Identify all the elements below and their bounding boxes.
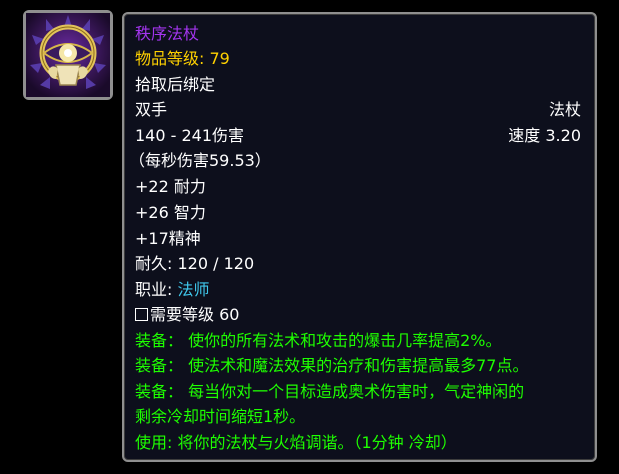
item-icon-frame[interactable] — [23, 10, 113, 100]
slot-type-line: 双手 法杖 — [135, 98, 581, 122]
eye-orb-staff-icon — [26, 13, 110, 97]
slot-text: 双手 — [135, 100, 168, 119]
item-name: 秩序法杖 — [135, 24, 200, 43]
class-line: 职业: 法师 — [135, 278, 581, 302]
speed-text: 速度 3.20 — [508, 126, 581, 145]
requirement-line: 需要等级 60 — [135, 303, 581, 327]
class-value: 法师 — [177, 280, 210, 299]
use-effect: 使用: 将你的法杖与火焰调谐。（1分钟 冷却） — [135, 433, 457, 452]
stat-intellect: +26 智力 — [135, 203, 206, 222]
damage-text: 140 - 241伤害 — [135, 126, 245, 145]
item-level-line: 物品等级: 79 — [135, 47, 581, 71]
item-level-value: 79 — [209, 49, 230, 68]
equip-effect-crit: 装备： 使你的所有法术和攻击的爆击几率提高2%。 — [135, 331, 502, 350]
class-label: 职业: — [135, 280, 178, 299]
equip-effect-spellpower: 装备： 使法术和魔法效果的治疗和伤害提高最多77点。 — [135, 356, 529, 375]
checkbox-square-icon — [135, 308, 148, 321]
dps-text: （每秒伤害59.53） — [129, 151, 271, 170]
requirement-text: 需要等级 60 — [150, 305, 240, 324]
durability-text: 耐久: 120 / 120 — [135, 254, 255, 273]
binding-text: 拾取后绑定 — [135, 75, 216, 94]
item-level-label: 物品等级: — [135, 49, 210, 68]
stat-stamina: +22 耐力 — [135, 177, 206, 196]
weapon-type-text: 法杖 — [548, 100, 581, 119]
damage-speed-line: 140 - 241伤害 速度 3.20 — [135, 124, 581, 148]
item-tooltip: 秩序法杖 物品等级: 79 拾取后绑定 双手 法杖 140 - 241伤害 速度… — [122, 12, 597, 462]
equip-effect-arcane-cont: 剩余冷却时间缩短1秒。 — [135, 407, 306, 426]
equip-effect-arcane: 装备： 每当你对一个目标造成奥术伤害时，气定神闲的 — [135, 382, 525, 401]
stat-spirit: +17精神 — [135, 229, 201, 248]
